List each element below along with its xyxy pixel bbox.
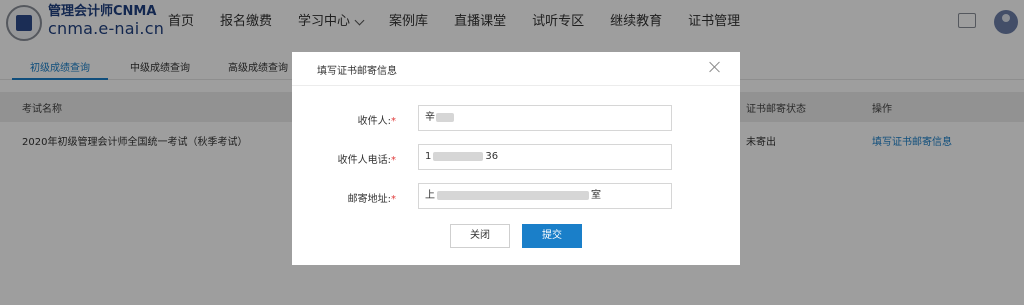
close-icon[interactable] — [708, 60, 722, 74]
address-label-text: 邮寄地址: — [347, 194, 391, 205]
phone-label-text: 收件人电话: — [337, 155, 391, 166]
address-value-suffix: 室 — [591, 190, 601, 201]
recipient-row: 收件人:* 辛 — [292, 105, 740, 131]
required-mark: * — [391, 116, 396, 127]
phone-value-suffix: 36 — [485, 151, 499, 162]
recipient-label-text: 收件人: — [357, 116, 391, 127]
address-input[interactable]: 上室 — [418, 183, 672, 209]
address-label: 邮寄地址:* — [348, 190, 396, 205]
phone-label: 收件人电话:* — [338, 151, 396, 166]
redacted-text — [437, 190, 589, 200]
required-mark: * — [391, 194, 396, 205]
address-value-prefix: 上 — [425, 190, 435, 201]
phone-value-prefix: 1 — [425, 151, 432, 162]
recipient-label: 收件人:* — [358, 112, 396, 127]
required-mark: * — [391, 155, 396, 166]
recipient-input[interactable]: 辛 — [418, 105, 672, 131]
phone-input[interactable]: 1 36 — [418, 144, 672, 170]
submit-button[interactable]: 提交 — [522, 224, 582, 248]
mailing-info-dialog: 填写证书邮寄信息 收件人:* 辛 收件人电话:* 1 36 邮寄地址:* 上室 关… — [292, 52, 740, 265]
phone-row: 收件人电话:* 1 36 — [292, 144, 740, 170]
page: 管理会计师CNMA cnma.e-nai.cn 首页 报名缴费 学习中心 案例库… — [0, 0, 1024, 305]
redacted-text — [436, 112, 454, 122]
dialog-title: 填写证书邮寄信息 — [317, 66, 397, 77]
redacted-text — [433, 151, 484, 161]
recipient-value: 辛 — [425, 112, 435, 123]
close-button[interactable]: 关闭 — [450, 224, 510, 248]
address-row: 邮寄地址:* 上室 — [292, 183, 740, 209]
dialog-header: 填写证书邮寄信息 — [292, 52, 740, 86]
